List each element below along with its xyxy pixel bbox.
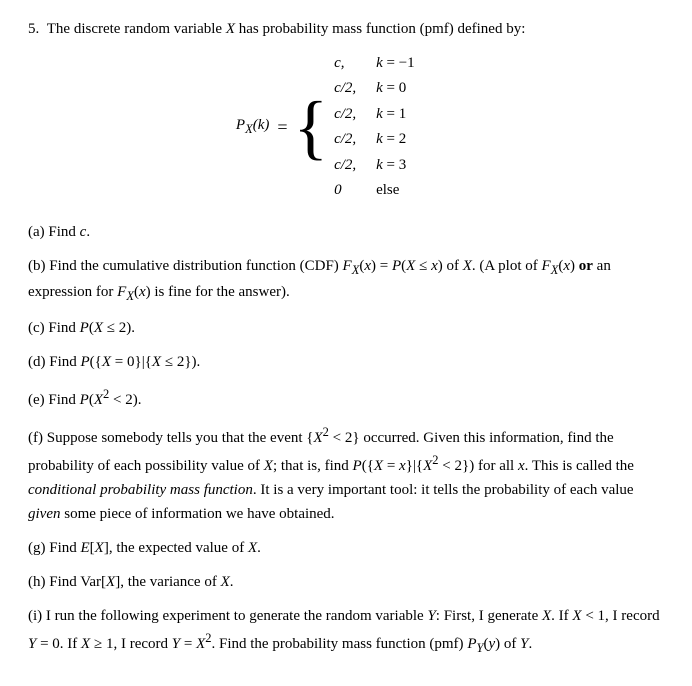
- part-h: (h) Find Var[X], the variance of X.: [28, 570, 664, 594]
- pmf-label: PX(k): [236, 117, 269, 137]
- part-e: (e) Find P(X2 < 2).: [28, 384, 664, 412]
- pmf-case-1: c, k = −1: [334, 51, 456, 77]
- pmf-val-3: c/2,: [334, 102, 376, 128]
- part-g-text: (g) Find E[X], the expected value of X.: [28, 536, 664, 560]
- part-i-text: (i) I run the following experiment to ge…: [28, 604, 664, 658]
- problem-number-label: 5.: [28, 21, 39, 37]
- part-c: (c) Find P(X ≤ 2).: [28, 316, 664, 340]
- part-e-text: (e) Find P(X2 < 2).: [28, 384, 664, 412]
- part-b-text: (b) Find the cumulative distribution fun…: [28, 254, 664, 306]
- part-g: (g) Find E[X], the expected value of X.: [28, 536, 664, 560]
- problem-container: 5. The discrete random variable X has pr…: [28, 18, 664, 658]
- pmf-definition: PX(k) = { c, k = −1 c/2, k = 0 c/2, k = …: [28, 51, 664, 204]
- part-a-text: (a) Find c.: [28, 220, 664, 244]
- pmf-cond-3: k = 1: [376, 102, 456, 128]
- pmf-val-1: c,: [334, 51, 376, 77]
- pmf-val-2: c/2,: [334, 76, 376, 102]
- part-b: (b) Find the cumulative distribution fun…: [28, 254, 664, 306]
- pmf-cases: c, k = −1 c/2, k = 0 c/2, k = 1 c/2, k =…: [334, 51, 456, 204]
- pmf-val-4: c/2,: [334, 127, 376, 153]
- pmf-cond-1: k = −1: [376, 51, 456, 77]
- part-a: (a) Find c.: [28, 220, 664, 244]
- pmf-cond-2: k = 0: [376, 76, 456, 102]
- pmf-equals: =: [277, 117, 287, 138]
- pmf-cond-4: k = 2: [376, 127, 456, 153]
- pmf-val-6: 0: [334, 178, 376, 204]
- part-c-text: (c) Find P(X ≤ 2).: [28, 316, 664, 340]
- pmf-cond-5: k = 3: [376, 153, 456, 179]
- pmf-val-5: c/2,: [334, 153, 376, 179]
- part-h-text: (h) Find Var[X], the variance of X.: [28, 570, 664, 594]
- part-f-text: (f) Suppose somebody tells you that the …: [28, 422, 664, 526]
- left-brace: {: [294, 51, 329, 204]
- pmf-case-3: c/2, k = 1: [334, 102, 456, 128]
- part-f: (f) Suppose somebody tells you that the …: [28, 422, 664, 526]
- pmf-case-6: 0 else: [334, 178, 456, 204]
- problem-intro: 5. The discrete random variable X has pr…: [28, 18, 664, 41]
- part-i: (i) I run the following experiment to ge…: [28, 604, 664, 658]
- pmf-case-5: c/2, k = 3: [334, 153, 456, 179]
- pmf-case-2: c/2, k = 0: [334, 76, 456, 102]
- pmf-cond-6: else: [376, 178, 456, 204]
- part-d-text: (d) Find P({X = 0}|{X ≤ 2}).: [28, 350, 664, 374]
- pmf-brace: { c, k = −1 c/2, k = 0 c/2, k = 1 c/2, k…: [294, 51, 457, 204]
- part-d: (d) Find P({X = 0}|{X ≤ 2}).: [28, 350, 664, 374]
- pmf-case-4: c/2, k = 2: [334, 127, 456, 153]
